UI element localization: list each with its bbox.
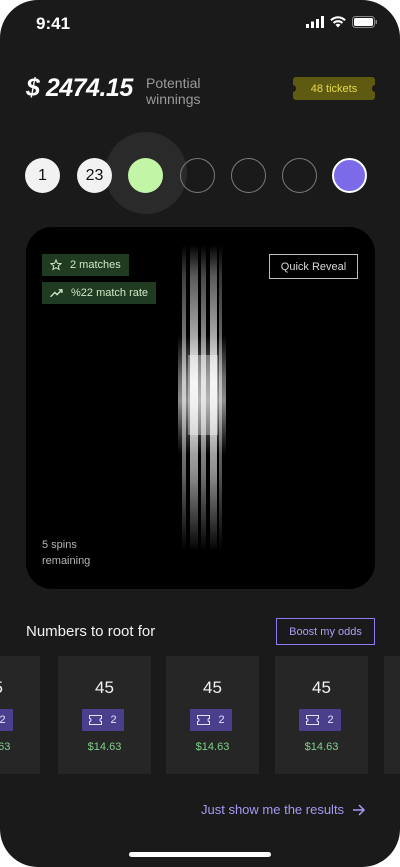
ball-2[interactable]: 23 (77, 158, 112, 193)
tile-ticket-chip: 2 (82, 709, 124, 731)
match-rate-badge: %22 match rate (42, 282, 157, 304)
tile-number: 45 (95, 678, 114, 697)
number-tile[interactable]: 45 2 $14.63 (58, 656, 151, 774)
matches-badge: 2 matches (42, 254, 129, 276)
tile-price: $14.63 (87, 741, 122, 753)
number-tile[interactable]: 45 2 $14.63 (166, 656, 259, 774)
tile-ticket-count: 2 (0, 714, 6, 726)
tile-ticket-count: 2 (110, 714, 117, 726)
show-results-label: Just show me the results (201, 802, 345, 817)
numbers-to-root-title: Numbers to root for (26, 623, 156, 640)
number-balls: 1 23 (0, 158, 400, 196)
signal-icon (306, 16, 324, 28)
match-rate-label: %22 match rate (71, 287, 149, 299)
tickets-badge[interactable]: 48 tickets (290, 77, 378, 100)
ticket-icon (306, 715, 320, 725)
tile-price: $14.63 (195, 741, 230, 753)
wifi-icon (330, 16, 346, 28)
star-icon (50, 259, 62, 271)
potential-winnings-label: Potential winnings (146, 75, 201, 107)
tile-ticket-count: 2 (218, 714, 225, 726)
ball-bonus[interactable] (332, 158, 367, 193)
spinning-reel[interactable] (174, 245, 230, 551)
ball-1[interactable]: 1 (25, 158, 60, 193)
status-bar: 9:41 (0, 0, 400, 48)
ticket-icon (89, 715, 103, 725)
status-time: 9:41 (36, 14, 71, 33)
number-tile-partial[interactable] (384, 656, 400, 774)
ball-6[interactable] (282, 158, 317, 193)
show-results-link[interactable]: Just show me the results (201, 802, 366, 817)
ball-5[interactable] (231, 158, 266, 193)
tile-price: $14.63 (304, 741, 339, 753)
ball-3-active[interactable] (128, 158, 163, 193)
trending-up-icon (50, 289, 63, 298)
spins-remaining: 5 spins remaining (42, 539, 91, 567)
tile-ticket-chip: 2 (299, 709, 341, 731)
tile-number: 45 (0, 678, 40, 698)
ball-4[interactable] (180, 158, 215, 193)
quick-reveal-button[interactable]: Quick Reveal (269, 254, 358, 279)
app-screen: 9:41 $ 2474.15 Potential winnings 48 tic… (0, 0, 400, 867)
tile-ticket-chip: 2 (190, 709, 232, 731)
tile-number: 45 (312, 678, 331, 697)
home-indicator[interactable] (129, 852, 271, 857)
tile-ticket-chip: 2 (0, 709, 13, 731)
reveal-card: 2 matches %22 match rate Quick Reveal 5 … (26, 227, 375, 589)
tile-price: $14.63 (0, 741, 11, 753)
matches-label: 2 matches (70, 259, 121, 271)
number-tile[interactable]: 45 2 $14.63 (0, 656, 40, 774)
battery-icon (352, 16, 377, 28)
tile-ticket-count: 2 (327, 714, 334, 726)
winnings-amount: $ 2474.15 (26, 74, 133, 102)
arrow-right-icon (353, 803, 366, 816)
status-icons (306, 16, 378, 28)
tile-number: 45 (203, 678, 222, 697)
ticket-icon (197, 715, 211, 725)
number-tile[interactable]: 45 2 $14.63 (275, 656, 368, 774)
boost-odds-button[interactable]: Boost my odds (276, 618, 375, 645)
